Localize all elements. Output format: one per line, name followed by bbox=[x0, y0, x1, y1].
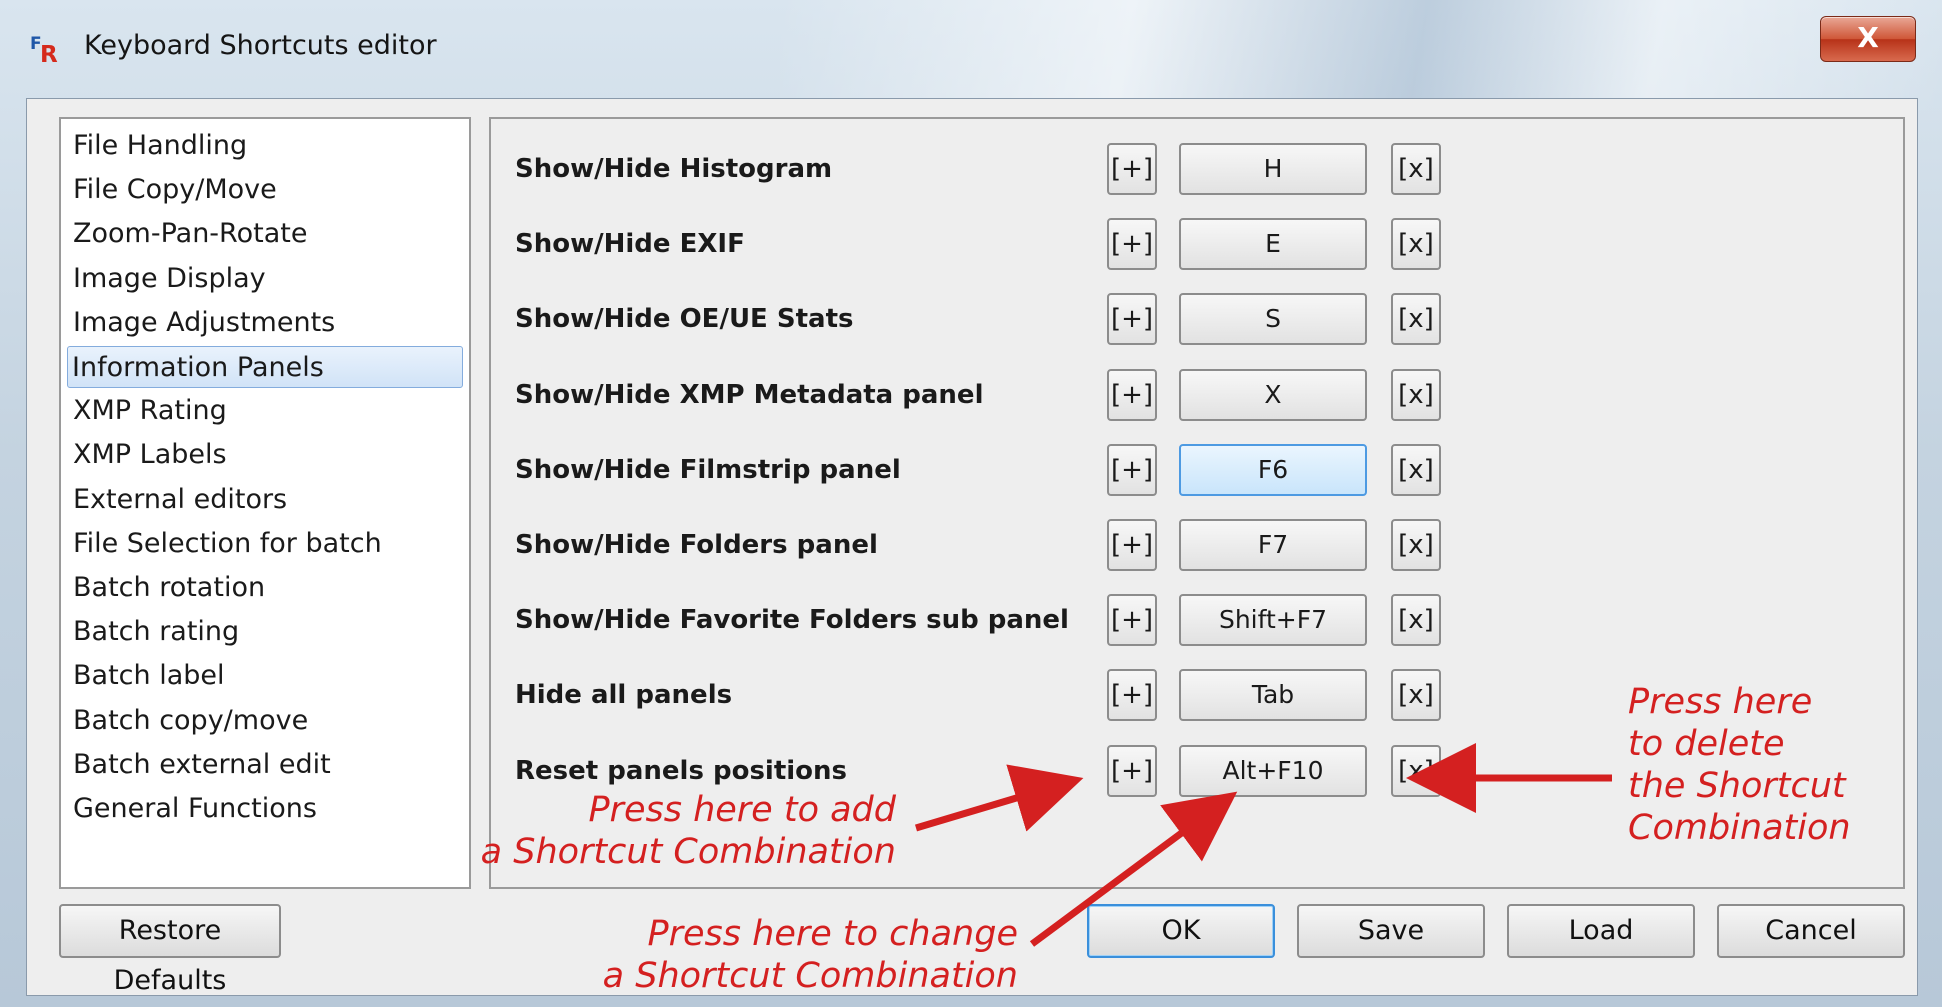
category-item[interactable]: XMP Rating bbox=[69, 390, 227, 432]
shortcut-label: Show/Hide Filmstrip panel bbox=[515, 454, 901, 485]
add-shortcut-button[interactable]: [+] bbox=[1107, 443, 1157, 496]
delete-shortcut-button[interactable]: [x] bbox=[1391, 594, 1441, 647]
category-item[interactable]: Batch rating bbox=[69, 611, 239, 653]
category-item[interactable]: Batch copy/move bbox=[69, 700, 308, 742]
category-item[interactable]: Image Adjustments bbox=[69, 302, 335, 344]
add-shortcut-button[interactable]: [+] bbox=[1107, 744, 1157, 797]
delete-shortcut-button[interactable]: [x] bbox=[1391, 143, 1441, 195]
add-shortcut-button[interactable]: [+] bbox=[1107, 519, 1157, 571]
ok-button[interactable]: OK bbox=[1087, 904, 1275, 958]
category-item[interactable]: Batch rotation bbox=[69, 567, 265, 609]
category-item[interactable]: XMP Labels bbox=[69, 434, 227, 476]
shortcut-key-button[interactable]: Tab bbox=[1179, 669, 1367, 722]
add-shortcut-button[interactable]: [+] bbox=[1107, 218, 1157, 271]
delete-shortcut-button[interactable]: [x] bbox=[1391, 669, 1441, 722]
category-item[interactable]: Information Panels bbox=[67, 346, 463, 388]
shortcut-label: Show/Hide EXIF bbox=[515, 229, 745, 260]
annotation-add-line1: Press here to add bbox=[588, 790, 896, 830]
shortcut-label: Hide all panels bbox=[515, 680, 733, 711]
category-item[interactable]: Zoom-Pan-Rotate bbox=[69, 213, 307, 255]
delete-shortcut-button[interactable]: [x] bbox=[1391, 293, 1441, 346]
shortcut-key-button[interactable]: H bbox=[1179, 143, 1367, 195]
save-button[interactable]: Save bbox=[1297, 904, 1485, 958]
shortcut-key-button[interactable]: Alt+F10 bbox=[1179, 744, 1367, 797]
category-item[interactable]: External editors bbox=[69, 479, 287, 521]
dialog-client-area: File Handling File Copy/Move Zoom-Pan-Rota… bbox=[26, 98, 1918, 996]
shortcut-key-button[interactable]: E bbox=[1179, 218, 1367, 271]
add-shortcut-button[interactable]: [+] bbox=[1107, 368, 1157, 421]
add-shortcut-button[interactable]: [+] bbox=[1107, 594, 1157, 647]
annotation-delete-line1: Press here bbox=[1628, 682, 1813, 722]
shortcut-label: Show/Hide Histogram bbox=[515, 154, 833, 184]
restore-defaults-button[interactable]: Restore Defaults bbox=[59, 904, 281, 996]
add-shortcut-button[interactable]: [+] bbox=[1107, 669, 1157, 722]
app-logo-icon: FR bbox=[30, 34, 58, 68]
category-item[interactable]: File Copy/Move bbox=[69, 169, 277, 211]
shortcut-label: Show/Hide Favorite Folders sub panel bbox=[515, 605, 1069, 636]
close-window-button[interactable]: X bbox=[1820, 16, 1916, 62]
shortcut-key-button[interactable]: X bbox=[1179, 368, 1367, 421]
annotation-delete-line2: to delete bbox=[1628, 724, 1785, 764]
add-shortcut-button[interactable]: [+] bbox=[1107, 143, 1157, 195]
delete-shortcut-button[interactable]: [x] bbox=[1391, 218, 1441, 271]
shortcut-label: Reset panels positions bbox=[515, 755, 848, 786]
annotation-delete-line3: the Shortcut bbox=[1628, 766, 1846, 806]
background-glass-decoration bbox=[780, 0, 1940, 110]
load-button[interactable]: Load bbox=[1507, 904, 1695, 958]
category-item[interactable]: Batch label bbox=[69, 655, 225, 697]
shortcut-key-button[interactable]: S bbox=[1179, 293, 1367, 346]
category-item[interactable]: File Selection for batch bbox=[69, 523, 382, 565]
category-item[interactable]: File Handling bbox=[69, 125, 247, 167]
delete-shortcut-button[interactable]: [x] bbox=[1391, 519, 1441, 571]
category-list: File Handling File Copy/Move Zoom-Pan-Rota… bbox=[59, 117, 471, 889]
add-shortcut-button[interactable]: [+] bbox=[1107, 293, 1157, 346]
delete-shortcut-button[interactable]: [x] bbox=[1391, 443, 1441, 496]
shortcut-label: Show/Hide OE/UE Stats bbox=[515, 304, 854, 335]
category-item[interactable]: Batch external edit bbox=[69, 744, 331, 786]
shortcut-label: Show/Hide Folders panel bbox=[515, 530, 878, 560]
shortcut-key-button[interactable]: F6 bbox=[1179, 443, 1367, 496]
category-item[interactable]: General Functions bbox=[69, 788, 317, 830]
window-title: Keyboard Shortcuts editor bbox=[84, 30, 437, 61]
annotation-change-line2: a Shortcut Combination bbox=[602, 956, 1018, 996]
annotation-delete-line4: Combination bbox=[1628, 808, 1851, 848]
delete-shortcut-button[interactable]: [x] bbox=[1391, 744, 1441, 797]
shortcut-label: Show/Hide XMP Metadata panel bbox=[515, 379, 984, 410]
shortcut-key-button[interactable]: F7 bbox=[1179, 519, 1367, 571]
window-frame: FR Keyboard Shortcuts editor X File Hand… bbox=[0, 0, 1942, 1007]
cancel-button[interactable]: Cancel bbox=[1717, 904, 1905, 958]
delete-shortcut-button[interactable]: [x] bbox=[1391, 368, 1441, 421]
category-item[interactable]: Image Display bbox=[69, 258, 266, 300]
annotation-add-line2: a Shortcut Combination bbox=[480, 832, 896, 872]
shortcut-key-button[interactable]: Shift+F7 bbox=[1179, 594, 1367, 647]
annotation-change-line1: Press here to change bbox=[647, 914, 1018, 954]
